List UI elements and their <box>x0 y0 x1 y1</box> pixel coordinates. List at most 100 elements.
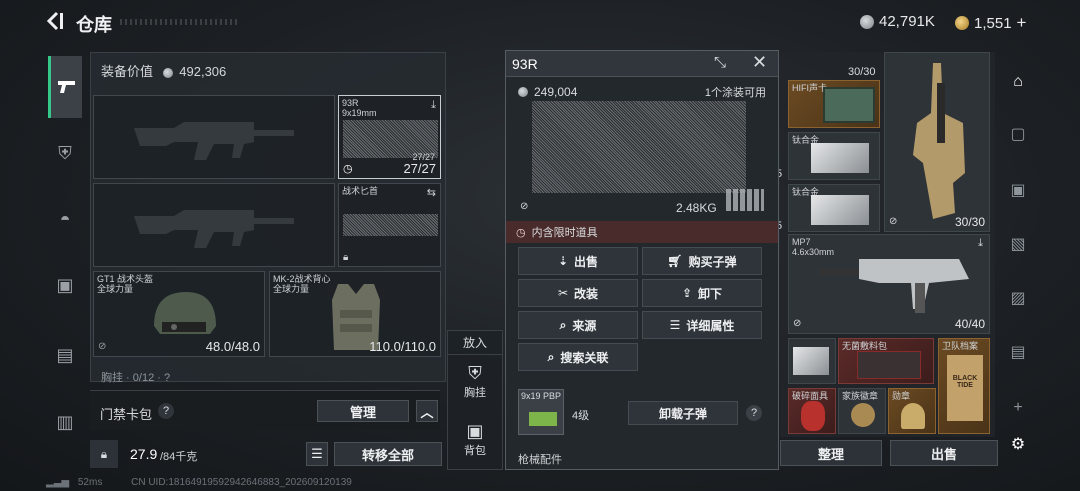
gold-currency[interactable]: 1,551 + <box>955 13 1026 33</box>
rail-helmet[interactable]: ◓ <box>48 202 82 236</box>
primary-weapon-slot[interactable] <box>93 95 335 179</box>
load-bar: 🔒︎ 27.9 /84千克 ☰ 转移全部 <box>90 440 446 468</box>
stash-item-dressing[interactable]: 无菌敷料包 <box>838 338 934 384</box>
stash-item-medal[interactable]: 勋章 <box>888 388 936 434</box>
keycard-bag-label: 门禁卡包 <box>100 407 153 422</box>
close-icon[interactable]: ✕ <box>752 52 767 73</box>
silver-currency: 42,791K <box>860 13 935 30</box>
stash-item-family-badge[interactable]: 家族徽章 <box>838 388 886 434</box>
clock-icon: ◷ <box>343 163 353 175</box>
buy-ammo-button[interactable]: 🛒︎ 购买子弹 <box>642 247 762 275</box>
add-stash-button[interactable]: + <box>1002 394 1034 422</box>
medal-image <box>901 403 925 429</box>
search-icon: ⌕ <box>547 349 555 364</box>
silver-amount: 42,791K <box>879 13 935 30</box>
pistol-slot[interactable]: 93R 9x19mm ⤓ 27/27 ◷ 27/27 <box>338 95 441 179</box>
stash-page-4[interactable]: ▨ <box>1002 284 1034 312</box>
list-icon: ☰ <box>311 446 323 461</box>
file-label: 卫队档案 <box>942 341 979 351</box>
helmet-slot[interactable]: GT1 战术头盔 全球力量 ⊘ 48.0/48.0 <box>93 271 265 357</box>
stash-item-metal[interactable] <box>788 338 836 384</box>
rail-chest-rig[interactable]: ⛨ <box>48 136 82 170</box>
vest-icon: ⛨ <box>58 142 72 163</box>
add-gold-button[interactable]: + <box>1017 13 1027 33</box>
search-related-button[interactable]: ⌕ 搜索关联 <box>518 343 638 371</box>
skins-available[interactable]: 1个涂装可用 <box>705 84 766 100</box>
rail-backpack[interactable]: ▣ <box>48 268 82 302</box>
stash-item-mp7[interactable]: MP7 4.6x30mm ⤓ ⊘ 40/40 <box>788 234 990 334</box>
stash-page-3[interactable]: ▧ <box>1002 230 1034 258</box>
knife-slot[interactable]: 战术匕首 ⇆ 🔒︎ <box>338 183 441 267</box>
put-in-backpack[interactable]: ▣ 背包 <box>448 421 502 458</box>
right-tool-rail: ⌂ ▢ ▣ ▧ ▨ ▤ + ⚙ <box>998 52 1038 472</box>
stash-item-hifi[interactable]: HIFI声卡 <box>788 80 880 128</box>
stash-item-titanium-1[interactable]: 钛合金 <box>788 132 880 180</box>
unload-ammo-button[interactable]: 卸载子弹 <box>628 401 738 425</box>
back-arrow-icon[interactable] <box>44 10 66 32</box>
source-button[interactable]: ⌕ 来源 <box>518 311 638 339</box>
timed-item-notice: ◷ 内含限时道具 <box>506 221 778 243</box>
expand-button[interactable]: ︿ <box>416 400 438 422</box>
unequip-button[interactable]: ⇪ 卸下 <box>642 279 762 307</box>
tools-icon: ✂ <box>557 286 569 300</box>
popup-header: 93R ⤡ ✕ <box>506 51 778 77</box>
organize-button[interactable]: 整理 <box>780 440 882 466</box>
left-category-rail: ⛨ ◓ ▣ ▤ ▥ <box>44 50 88 490</box>
secondary-weapon-slot[interactable] <box>93 183 335 267</box>
sell-action-button[interactable]: ⇣ 出售 <box>518 247 638 275</box>
stash-item-mask[interactable]: 破碎面具 <box>788 388 836 434</box>
top-bar: 仓库 42,791K 1,551 + <box>0 0 1080 44</box>
stash-item-rifle[interactable]: ⊘ 30/30 <box>884 52 990 232</box>
stash-page-1[interactable]: ▢ <box>1002 120 1034 148</box>
rifle-silhouette-icon <box>134 210 294 248</box>
transfer-all-button[interactable]: 转移全部 <box>334 442 442 466</box>
sell-icon: ⇣ <box>557 254 569 268</box>
popup-price-value: 249,004 <box>534 85 578 99</box>
stash-item-file[interactable]: 卫队档案 BLACK TIDE <box>938 338 990 434</box>
backpack-icon: ▣ <box>466 421 484 441</box>
stash-tab-icon: ▧ <box>1010 236 1026 253</box>
rail-case[interactable]: ▥ <box>48 405 82 439</box>
stash-page-5[interactable]: ▤ <box>1002 338 1034 366</box>
clock-icon: ◷ <box>516 226 526 239</box>
chevron-up-icon: ︿ <box>420 404 434 420</box>
search-icon: ⌕ <box>559 317 567 332</box>
modify-button[interactable]: ✂ 改装 <box>518 279 638 307</box>
sell-button[interactable]: 出售 <box>890 440 998 466</box>
armor-label: MK-2战术背心 全球力量 <box>273 274 331 294</box>
put-in-panel: 放入 ⛨ 胸挂 ▣ 背包 <box>447 330 503 470</box>
list-view-button[interactable]: ☰ <box>306 442 328 466</box>
rail-weapons[interactable] <box>48 56 82 118</box>
keycard-help-button[interactable]: ? <box>158 403 174 419</box>
stash-item-titanium-2[interactable]: 钛合金 <box>788 184 880 232</box>
ammo-level: 4级 <box>572 410 590 422</box>
stash-tab-icon: ▤ <box>1010 344 1026 361</box>
armor-slot[interactable]: MK-2战术背心 全球力量 110.0/110.0 <box>269 271 441 357</box>
rail-keycard[interactable]: ▤ <box>48 338 82 372</box>
knife-name: 战术匕首 <box>342 186 379 196</box>
stash-tab-icon: ▢ <box>1010 126 1026 143</box>
load-current: 27.9 <box>130 446 158 462</box>
family-badge-label: 家族徽章 <box>842 391 879 401</box>
mask-label: 破碎面具 <box>792 391 829 401</box>
settings-button[interactable]: ⚙ <box>1002 430 1034 458</box>
stash-home-button[interactable]: ⌂ <box>1002 68 1034 96</box>
equipment-value-amount: 492,306 <box>179 64 227 79</box>
manage-button[interactable]: 管理 <box>317 400 409 422</box>
stash-tab-icon: ▣ <box>1010 182 1026 199</box>
timed-notice-text: 内含限时道具 <box>531 227 598 239</box>
stash-page-2[interactable]: ▣ <box>1002 176 1034 204</box>
swap-icon[interactable]: ⇆ <box>427 186 436 199</box>
ammo-help-button[interactable]: ? <box>746 405 762 421</box>
no-insure-icon: ⊘ <box>889 216 898 227</box>
silver-coin-icon <box>860 14 874 29</box>
keycard-bag-bar: 门禁卡包 ? 管理 ︿ <box>90 390 440 430</box>
ammo-slot[interactable]: 9x19 PBP <box>518 389 564 435</box>
rifle-silhouette-icon <box>134 122 294 160</box>
collapse-icon[interactable]: ⤡ <box>714 54 726 71</box>
put-in-chest-rig[interactable]: ⛨ 胸挂 <box>448 363 502 400</box>
details-button[interactable]: ☰ 详细属性 <box>642 311 762 339</box>
cart-icon: 🛒︎ <box>667 254 683 268</box>
no-insure-icon: ⊘ <box>793 318 802 329</box>
pistol-ammo: 27/27 <box>403 161 436 176</box>
